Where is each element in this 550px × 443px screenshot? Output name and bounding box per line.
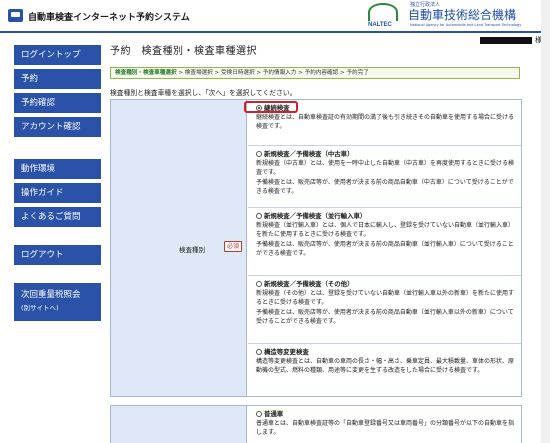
site-title: 自動車検査インターネット予約システム [28,13,190,23]
main-content: 予約 検査種別・検査車種選択 検査種別・検査車種選択 > 検査場選択 > 受検日… [110,42,530,97]
radio-new-used[interactable] [256,150,262,157]
required-badge: 必須 [224,241,242,252]
option-continuous-inspection[interactable]: 継続検査 継続検査とは、自動車検査証の有効期間の満了後も引き続きその自動車を使用… [244,100,521,146]
instruction-text: 検査種別と検査車種を選択し、「次へ」を選択してください。 [110,89,297,97]
tax-inquiry-label: 次回重量税照会 [21,290,81,300]
breadcrumb: 検査種別・検査車種選択 > 検査場選択 > 受検日時選択 > 予約情報入力 > … [110,67,520,79]
breadcrumb-current: 検査種別・検査車種選択 [115,70,177,76]
option-new-other[interactable]: 新規検査／予備検査（その他） 新規検査（その他）とは、登録を受けていない自動車（… [248,276,521,344]
option-desc: 普通車とは、自動車検査証等の「自動車登録番号又は車両番号」の分類番号が以下の自動… [256,420,515,436]
option-desc: 予備検査とは、販売店等が、使用者が決まる前の商品自動車（中古車）について受けるこ… [256,179,514,195]
option-title: 新規検査／予備検査（その他） [264,280,354,288]
naltec-logo: NALTEC 独立行政法人 自動車技術総合機構 National Agency … [368,1,548,31]
sidebar-item-reservation[interactable]: 予約 [14,69,101,89]
vehicle-type-options: 普通車 普通車とは、自動車検査証等の「自動車登録番号又は車両番号」の分類番号が以… [248,406,521,437]
sidebar: ログイントップ 予約 予約確認 アカウント確認 動作環境 操作ガイド よくあるご… [14,45,101,325]
radio-structure-change[interactable] [256,348,262,355]
selection-highlight [244,101,298,113]
sidebar-item-environment[interactable]: 動作環境 [14,159,101,179]
sidebar-item-account-check[interactable]: アカウント確認 [14,117,101,137]
sidebar-item-login-top[interactable]: ログイントップ [14,45,101,65]
vehicle-type-table: 普通車 普通車とは、自動車検査証等の「自動車登録番号又は車両番号」の分類番号が以… [110,405,522,443]
logo-jp: 自動車技術総合機構 [408,8,517,22]
inspection-type-options: 継続検査 継続検査とは、自動車検査証の有効期間の満了後も引き続きその自動車を使用… [244,100,521,396]
option-title: 構造等変更検査 [264,348,309,356]
option-structure-change[interactable]: 構造等変更検査 構造等変更検査とは、自動車の車両の長さ・幅・高さ、乗車定員、最大… [248,344,521,396]
option-title: 新規検査／予備検査（中古車） [264,150,354,158]
car-icon [8,9,23,22]
site-header: 自動車検査インターネット予約システム NALTEC 独立行政法人 自動車技術総合… [0,0,550,33]
logo-mark-icon [368,3,398,21]
inspection-type-table: 検査種別 必須 継続検査 継続検査とは、自動車検査証の有効期間の満了後も引き続き… [110,99,522,397]
option-desc: 新規検査（中古車）とは、使用を一時中止した自動車（中古車）を再度使用するときに受… [256,160,515,176]
option-new-parallel-import[interactable]: 新規検査／予備検査（並行輸入車） 新規検査（並行輸入車）とは、個人で日本に輸入し… [248,208,521,276]
logo-tagline: National Agency for Automobile and Land … [410,23,522,27]
option-desc: 新規検査（並行輸入車）とは、個人で日本に輸入し、登録を受けていない自動車（並行輸… [256,222,515,238]
breadcrumb-rest: > 検査場選択 > 受検日時選択 > 予約情報入力 > 予約内容確認 > 予約完… [176,70,369,76]
radio-regular-car[interactable] [256,410,262,417]
option-desc: 予備検査とは、販売店等が、使用者が決まる前の商品自動車（並行輸入車）について受け… [256,241,514,257]
option-title: 新規検査／予備検査（並行輸入車） [264,212,367,220]
radio-new-other[interactable] [256,280,262,287]
vehicle-type-label-cell [111,406,247,443]
inspection-type-label: 検査種別 [179,246,205,254]
sidebar-item-reservation-check[interactable]: 予約確認 [14,93,101,113]
option-desc: 新規検査（その他）とは、登録を受けていない自動車（並行輸入車以外の新車）を新たに… [256,290,515,306]
sidebar-item-faq[interactable]: よくあるご質問 [14,207,101,227]
inspection-type-label-cell: 検査種別 必須 [111,100,247,396]
tax-inquiry-sub: (別サイトへ) [21,304,59,312]
option-title: 普通車 [264,410,284,418]
option-desc: 構造等変更検査とは、自動車の車両の長さ・幅・高さ、乗車定員、最大積載量、車体の形… [256,358,515,374]
radio-continuous-inspection[interactable] [256,104,262,111]
option-desc: 予備検査とは、販売店等が、使用者が決まる前の商品自動車（並行輸入車以外の新車）に… [256,309,514,325]
page-scrollbar[interactable] [541,0,550,443]
radio-new-parallel-import[interactable] [256,212,262,219]
sidebar-item-logout[interactable]: ログアウト [14,245,101,265]
logo-en: NALTEC [368,22,392,28]
option-desc: 継続検査とは、自動車検査証の有効期間の満了後も引き続きその自動車を使用する場合に… [256,114,515,130]
page-title: 予約 検査種別・検査車種選択 [110,46,257,57]
sidebar-item-tax-inquiry[interactable]: 次回重量税照会 (別サイトへ) [14,283,101,321]
sidebar-item-guide[interactable]: 操作ガイド [14,183,101,203]
option-new-used[interactable]: 新規検査／予備検査（中古車） 新規検査（中古車）とは、使用を一時中止した自動車（… [248,146,521,208]
